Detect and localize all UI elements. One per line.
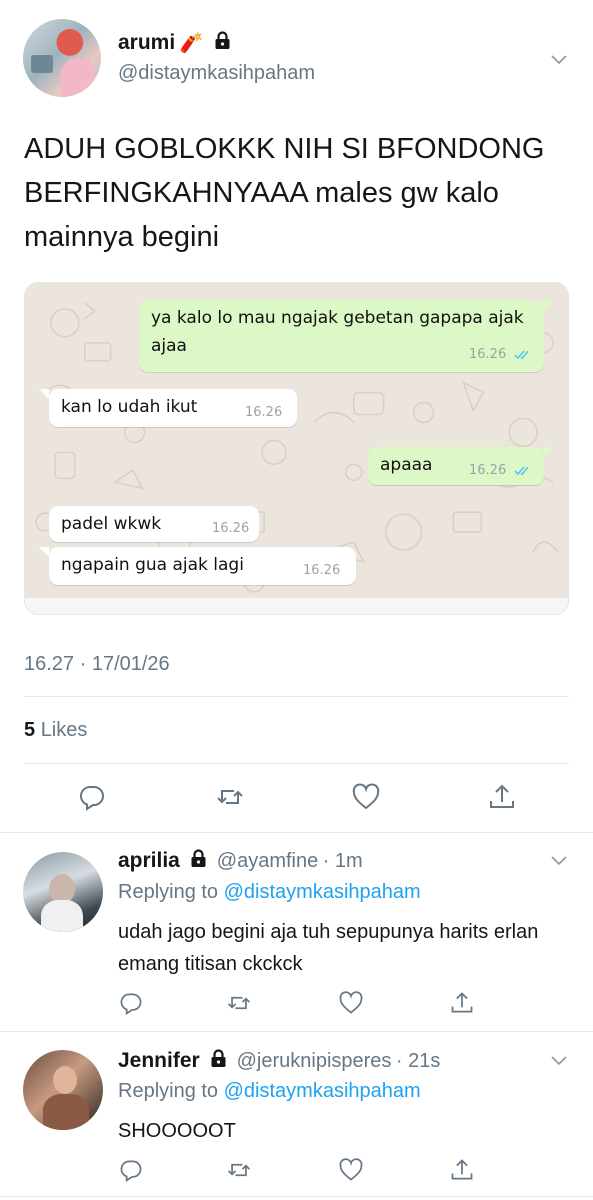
retweet-icon[interactable] bbox=[226, 990, 252, 1016]
lock-icon bbox=[215, 31, 230, 49]
divider bbox=[24, 763, 569, 764]
reply-icon[interactable] bbox=[77, 782, 107, 812]
reply-header[interactable]: aprilia @ayamfine · 1m bbox=[118, 849, 363, 873]
chat-message-time: 16.26 bbox=[469, 463, 507, 478]
share-icon[interactable] bbox=[487, 782, 517, 812]
reply-author-handle[interactable]: @jeruknipisperes bbox=[237, 1050, 392, 1072]
chat-message-time: 16.26 bbox=[469, 347, 507, 362]
reply-age: · 21s bbox=[395, 1050, 441, 1072]
reply-author-handle[interactable]: @ayamfine bbox=[217, 850, 318, 872]
author-avatar[interactable] bbox=[23, 19, 101, 97]
author-name-row[interactable]: arumi 🧨 bbox=[118, 31, 231, 55]
reply-author-name[interactable]: aprilia bbox=[118, 849, 180, 872]
likes-count: 5 bbox=[24, 719, 36, 741]
chat-message-time: 16.26 bbox=[245, 405, 283, 420]
like-icon[interactable] bbox=[351, 782, 381, 812]
read-receipt-icon bbox=[514, 466, 529, 476]
firecracker-emoji: 🧨 bbox=[179, 33, 204, 54]
replying-to-link[interactable]: @distaymkasihpaham bbox=[224, 1080, 421, 1102]
chat-message-text: ya kalo lo mau ngajak gebetan gapapa aja… bbox=[151, 308, 524, 356]
author-handle[interactable]: @distaymkasihpaham bbox=[118, 62, 315, 85]
like-icon[interactable] bbox=[338, 990, 364, 1016]
chat-message-text: apaaa bbox=[380, 455, 433, 475]
reply-avatar[interactable] bbox=[23, 1050, 103, 1130]
share-icon[interactable] bbox=[449, 1157, 475, 1183]
reply-header[interactable]: Jennifer @jeruknipisperes · 21s bbox=[118, 1049, 440, 1073]
reply-icon[interactable] bbox=[118, 990, 144, 1016]
reply-icon[interactable] bbox=[118, 1157, 144, 1183]
chat-message-text: ngapain gua ajak lagi bbox=[61, 555, 244, 575]
replying-to-label: Replying to bbox=[118, 881, 219, 903]
divider bbox=[24, 696, 569, 697]
lock-icon bbox=[191, 849, 206, 867]
chat-screenshot[interactable]: ya kalo lo mau ngajak gebetan gapapa aja… bbox=[24, 282, 569, 615]
likes-link[interactable]: 5 Likes bbox=[24, 719, 87, 742]
chat-message-text: padel wkwk bbox=[61, 514, 162, 534]
chat-input-bar bbox=[25, 598, 568, 614]
author-name[interactable]: arumi bbox=[118, 31, 175, 54]
chevron-down-icon[interactable] bbox=[551, 52, 567, 68]
chevron-down-icon[interactable] bbox=[551, 1053, 567, 1069]
chat-message-time: 16.26 bbox=[212, 521, 250, 536]
reply-text: SHOOOOOT bbox=[118, 1120, 236, 1142]
retweet-icon[interactable] bbox=[215, 782, 245, 812]
replying-to: Replying to @distaymkasihpaham bbox=[118, 1080, 421, 1103]
divider bbox=[0, 1196, 593, 1197]
chevron-down-icon[interactable] bbox=[551, 853, 567, 869]
replying-to-label: Replying to bbox=[118, 1080, 219, 1102]
divider bbox=[0, 1031, 593, 1032]
retweet-icon[interactable] bbox=[226, 1157, 252, 1183]
read-receipt-icon bbox=[514, 350, 529, 360]
tweet-timestamp[interactable]: 16.27 · 17/01/26 bbox=[24, 653, 170, 676]
lock-icon bbox=[211, 1049, 226, 1067]
chat-message-text: kan lo udah ikut bbox=[61, 397, 198, 417]
replying-to-link[interactable]: @distaymkasihpaham bbox=[224, 881, 421, 903]
likes-label: Likes bbox=[40, 719, 88, 741]
chat-message-time: 16.26 bbox=[303, 563, 341, 578]
tweet-text: ADUH GOBLOKKK NIH SI BFONDONG BERFINGKAH… bbox=[24, 133, 545, 253]
replying-to: Replying to @distaymkasihpaham bbox=[118, 881, 421, 904]
reply-avatar[interactable] bbox=[23, 852, 103, 932]
like-icon[interactable] bbox=[338, 1157, 364, 1183]
reply-author-name[interactable]: Jennifer bbox=[118, 1049, 200, 1072]
share-icon[interactable] bbox=[449, 990, 475, 1016]
reply-age: · 1m bbox=[322, 850, 363, 872]
reply-text: udah jago begini aja tuh sepupunya harit… bbox=[118, 921, 539, 975]
divider bbox=[0, 832, 593, 833]
